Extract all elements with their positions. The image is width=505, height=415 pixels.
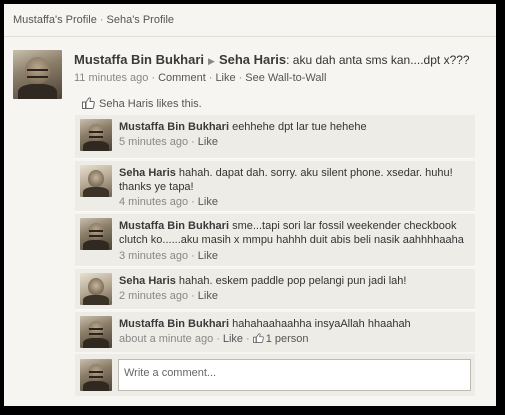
comment-timestamp: about a minute ago	[119, 333, 214, 345]
commenter-avatar[interactable]	[80, 273, 112, 305]
post-target-name[interactable]: Seha Haris	[219, 52, 286, 67]
comment-text: Seha Haris hahah. dapat dah. sorry. aku …	[119, 166, 471, 194]
comment-text: Mustaffa Bin Bukhari hahahaahaahha insya…	[119, 317, 471, 331]
breadcrumb-mustaffa-profile[interactable]: Mustaffa's Profile	[13, 14, 97, 26]
wall-to-wall-panel: Mustaffa's Profile · Seha's Profile Mustaf…	[4, 4, 496, 406]
comment-message: eehhehe dpt lar tue hehehe	[229, 121, 367, 133]
comment-timestamp: 4 minutes ago	[119, 196, 189, 208]
arrow-right-icon: ▶	[208, 56, 215, 66]
comment-like-link[interactable]: Like	[223, 333, 243, 345]
comment-timestamp: 3 minutes ago	[119, 250, 189, 262]
likes-summary: Seha Haris likes this.	[82, 97, 202, 110]
commenter-avatar[interactable]	[80, 316, 112, 348]
comment-like-link[interactable]: Like	[198, 250, 218, 262]
comment-separator	[75, 309, 475, 310]
commenter-name[interactable]: Seha Haris	[119, 167, 176, 179]
commenter-name[interactable]: Mustaffa Bin Bukhari	[119, 121, 229, 133]
comment-item: Mustaffa Bin Bukhari sme...tapi sori lar…	[75, 214, 475, 267]
comment-text: Mustaffa Bin Bukhari sme...tapi sori lar…	[119, 219, 471, 247]
comment-separator	[75, 266, 475, 267]
comment-meta: 2 minutes ago · Like	[119, 290, 218, 302]
comment-meta: 4 minutes ago · Like	[119, 196, 218, 208]
commenter-name[interactable]: Mustaffa Bin Bukhari	[119, 318, 229, 330]
comment-item: Mustaffa Bin Bukhari eehhehe dpt lar tue…	[75, 115, 475, 159]
comment-item: Seha Haris hahah. dapat dah. sorry. aku …	[75, 161, 475, 212]
thumbs-up-icon	[252, 333, 264, 343]
comment-meta: 3 minutes ago · Like	[119, 250, 218, 262]
commenter-name[interactable]: Mustaffa Bin Bukhari	[119, 220, 229, 232]
comment-like-count[interactable]: 1 person	[264, 333, 309, 345]
commenter-avatar[interactable]	[80, 165, 112, 197]
post-meta: 11 minutes ago · Comment · Like · See Wall-to-…	[74, 72, 327, 84]
commenter-avatar[interactable]	[80, 119, 112, 151]
comment-timestamp: 5 minutes ago	[119, 136, 189, 148]
comment-composer: Write a comment...	[75, 354, 475, 396]
breadcrumb-separator: ·	[99, 14, 104, 26]
divider	[4, 36, 496, 37]
likes-text: Seha Haris likes this.	[99, 98, 202, 110]
comment-separator	[75, 211, 475, 212]
comment-like-link[interactable]: Like	[198, 136, 218, 148]
breadcrumb-seha-profile[interactable]: Seha's Profile	[107, 14, 175, 26]
post-author-avatar[interactable]	[13, 50, 62, 99]
comment-like-link[interactable]: Like	[198, 290, 218, 302]
composer-avatar	[80, 359, 112, 391]
comment-text: Mustaffa Bin Bukhari eehhehe dpt lar tue…	[119, 120, 471, 134]
comment-message: hahahaahaahha insyaAllah hhaahah	[229, 318, 411, 330]
post-text: Mustaffa Bin Bukhari ▶ Seha Haris: aku dah…	[74, 52, 494, 67]
commenter-name[interactable]: Seha Haris	[119, 275, 176, 287]
breadcrumb: Mustaffa's Profile · Seha's Profile	[13, 14, 174, 26]
thumbs-up-icon	[82, 97, 95, 109]
post-timestamp: 11 minutes ago	[74, 72, 149, 84]
comment-timestamp: 2 minutes ago	[119, 290, 189, 302]
post-author-name[interactable]: Mustaffa Bin Bukhari	[74, 52, 204, 67]
comment-like-link[interactable]: Like	[198, 196, 218, 208]
like-link[interactable]: Like	[215, 72, 235, 84]
comment-link[interactable]: Comment	[158, 72, 206, 84]
commenter-avatar[interactable]	[80, 218, 112, 250]
comment-item: Mustaffa Bin Bukhari hahahaahaahha insya…	[75, 312, 475, 352]
see-wall-to-wall-link[interactable]: See Wall-to-Wall	[245, 72, 326, 84]
comment-separator	[75, 158, 475, 159]
comment-meta: 5 minutes ago · Like	[119, 136, 218, 148]
comment-input[interactable]: Write a comment...	[118, 359, 471, 391]
post-message: : aku dah anta sms kan....dpt x???	[286, 53, 470, 67]
comment-text: Seha Haris hahah. eskem paddle pop pelan…	[119, 274, 471, 288]
comment-meta: about a minute ago · Like · 1 person	[119, 333, 309, 345]
comment-message: hahah. eskem paddle pop pelangi pun jadi…	[175, 275, 407, 287]
comment-item: Seha Haris hahah. eskem paddle pop pelan…	[75, 269, 475, 310]
